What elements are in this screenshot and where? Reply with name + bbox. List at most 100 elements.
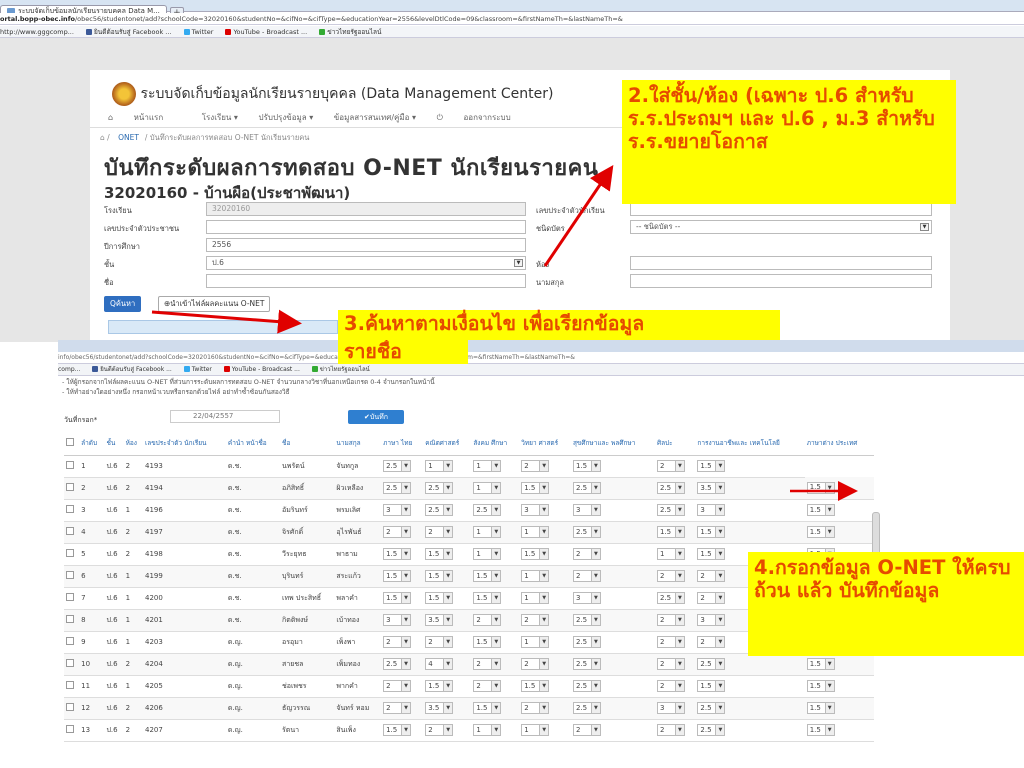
score-select[interactable]: 2 ▼ — [656, 680, 685, 692]
scrollbar-thumb[interactable] — [872, 512, 880, 556]
score-select[interactable]: 1 ▼ — [521, 526, 550, 538]
score-select[interactable]: 2.5 ▼ — [697, 702, 726, 714]
score-select[interactable]: 1.5▼ — [383, 724, 412, 736]
score-select[interactable]: 2 ▼ — [656, 570, 685, 582]
score-select[interactable]: 1 ▼ — [656, 548, 685, 560]
level-select[interactable]: ป.6 ▼ — [206, 256, 526, 270]
score-select[interactable]: 1 ▼ — [473, 548, 502, 560]
score-select[interactable]: 2 ▼ — [521, 460, 550, 472]
nav-logout[interactable]: ⏻ ออกจากระบบ — [437, 113, 529, 122]
bookmark-item[interactable]: ข่าวไทยรัฐออนไลน์ — [311, 364, 370, 375]
score-select[interactable]: 1 ▼ — [473, 724, 502, 736]
score-select[interactable]: 1.5▼ — [697, 548, 726, 560]
nav-update-data[interactable]: ปรับปรุงข้อมูล ▾ — [259, 113, 314, 122]
row-checkbox[interactable] — [66, 724, 74, 733]
import-onet-button[interactable]: ⊕นำเข้าไฟล์ผลคะแนน O-NET — [158, 296, 271, 312]
score-select[interactable]: 3.5 ▼ — [425, 702, 454, 714]
score-select[interactable]: 1.5▼ — [383, 592, 412, 604]
score-select[interactable]: 1.5▼ — [697, 460, 726, 472]
breadcrumb-onet[interactable]: ONET — [118, 133, 139, 142]
score-select[interactable]: 2 ▼ — [521, 614, 550, 626]
row-checkbox[interactable] — [66, 460, 74, 469]
score-select[interactable]: 1.5▼ — [473, 636, 502, 648]
score-select[interactable]: 2.5 ▼ — [383, 460, 412, 472]
score-select[interactable]: 2.5 ▼ — [572, 636, 601, 648]
row-checkbox[interactable] — [66, 614, 74, 623]
score-select[interactable]: 2 ▼ — [383, 702, 412, 714]
score-select[interactable]: 2.5 ▼ — [697, 658, 726, 670]
score-select[interactable]: 1.5▼ — [383, 570, 412, 582]
score-select[interactable]: 1.5▼ — [425, 548, 454, 560]
score-select[interactable]: 1.5▼ — [806, 481, 835, 494]
bookmark-item[interactable]: Twitter — [183, 26, 213, 37]
nav-school[interactable]: โรงเรียน ▾ — [202, 113, 238, 122]
home-icon[interactable]: ⌂ — [100, 133, 105, 142]
row-checkbox[interactable] — [66, 702, 74, 711]
score-select[interactable]: 2.5 ▼ — [572, 526, 601, 538]
row-checkbox[interactable] — [66, 680, 74, 689]
bookmark-item[interactable]: ยินดีต้อนรับสู่ Facebook ... — [86, 26, 172, 37]
row-checkbox[interactable] — [66, 526, 74, 535]
score-select[interactable]: 2.5 ▼ — [572, 658, 601, 670]
score-select[interactable]: 2 ▼ — [656, 460, 685, 472]
bookmark-item[interactable]: comp... — [58, 364, 80, 375]
score-select[interactable]: 1 ▼ — [521, 724, 550, 736]
score-select[interactable]: 1.5▼ — [473, 570, 502, 582]
score-select[interactable]: 2 ▼ — [572, 724, 601, 736]
score-select[interactable]: 1 ▼ — [425, 460, 454, 472]
address-bar-2[interactable]: info/obec56/studentonet/add?schoolCode=3… — [58, 352, 1024, 364]
score-select[interactable]: 1.5▼ — [806, 504, 835, 516]
score-select[interactable]: 1.5▼ — [425, 680, 454, 692]
score-select[interactable]: 1 ▼ — [473, 526, 502, 538]
score-select[interactable]: 2 ▼ — [473, 658, 502, 670]
score-select[interactable]: 3 ▼ — [383, 504, 412, 516]
score-select[interactable]: 1.5▼ — [473, 592, 502, 604]
score-select[interactable]: 4 ▼ — [425, 658, 454, 670]
score-select[interactable]: 2 ▼ — [572, 570, 601, 582]
score-select[interactable]: 2.5 ▼ — [697, 724, 726, 736]
score-select[interactable]: 3 ▼ — [572, 504, 601, 516]
score-select[interactable]: 3 ▼ — [521, 504, 550, 516]
bookmark-item[interactable]: YouTube - Broadcast ... — [223, 364, 300, 375]
score-select[interactable]: 2.5 ▼ — [572, 614, 601, 626]
score-select[interactable]: 1.5▼ — [521, 548, 550, 560]
score-select[interactable]: 2 ▼ — [425, 526, 454, 538]
score-select[interactable]: 2 ▼ — [656, 658, 685, 670]
select-all-checkbox[interactable] — [66, 437, 74, 446]
search-button[interactable]: Qค้นหา — [104, 296, 142, 312]
score-select[interactable]: 2.5 ▼ — [656, 504, 685, 516]
year-field[interactable]: 2556 — [206, 238, 526, 252]
row-checkbox[interactable] — [66, 570, 74, 579]
score-select[interactable]: 1.5▼ — [521, 680, 550, 692]
score-select[interactable]: 1.5▼ — [383, 548, 412, 560]
score-select[interactable]: 1 ▼ — [473, 460, 502, 472]
score-select[interactable]: 2 ▼ — [383, 526, 412, 538]
score-select[interactable]: 3 ▼ — [697, 504, 726, 516]
row-checkbox[interactable] — [66, 592, 74, 601]
score-select[interactable]: 1.5▼ — [806, 680, 835, 692]
score-select[interactable]: 2 ▼ — [383, 680, 412, 692]
score-select[interactable]: 1.5▼ — [806, 724, 835, 736]
score-select[interactable]: 1.5▼ — [806, 702, 835, 714]
bookmark-item[interactable]: YouTube - Broadcast ... — [225, 26, 307, 37]
score-select[interactable]: 2 ▼ — [425, 724, 454, 736]
score-select[interactable]: 2 ▼ — [572, 548, 601, 560]
bookmark-item[interactable]: Twitter — [183, 364, 212, 375]
score-select[interactable]: 3 ▼ — [572, 592, 601, 604]
score-select[interactable]: 2.5 ▼ — [473, 504, 502, 516]
row-checkbox[interactable] — [66, 548, 74, 557]
score-select[interactable]: 2 ▼ — [473, 614, 502, 626]
row-checkbox[interactable] — [66, 504, 74, 513]
score-select[interactable]: 2.5 ▼ — [425, 482, 454, 494]
score-select[interactable]: 1.5▼ — [806, 658, 835, 670]
address-bar[interactable]: ortal.bopp-obec.info/obec56/studentonet/… — [0, 13, 1024, 25]
score-select[interactable]: 1.5▼ — [697, 526, 726, 538]
score-select[interactable]: 2 ▼ — [383, 636, 412, 648]
row-checkbox[interactable] — [66, 636, 74, 645]
score-select[interactable]: 2.5 ▼ — [383, 482, 412, 494]
score-select[interactable]: 2.5 ▼ — [383, 658, 412, 670]
score-select[interactable]: 2 ▼ — [425, 636, 454, 648]
score-select[interactable]: 2 ▼ — [697, 636, 726, 648]
score-select[interactable]: 1 ▼ — [521, 592, 550, 604]
surname-field[interactable] — [630, 274, 932, 288]
